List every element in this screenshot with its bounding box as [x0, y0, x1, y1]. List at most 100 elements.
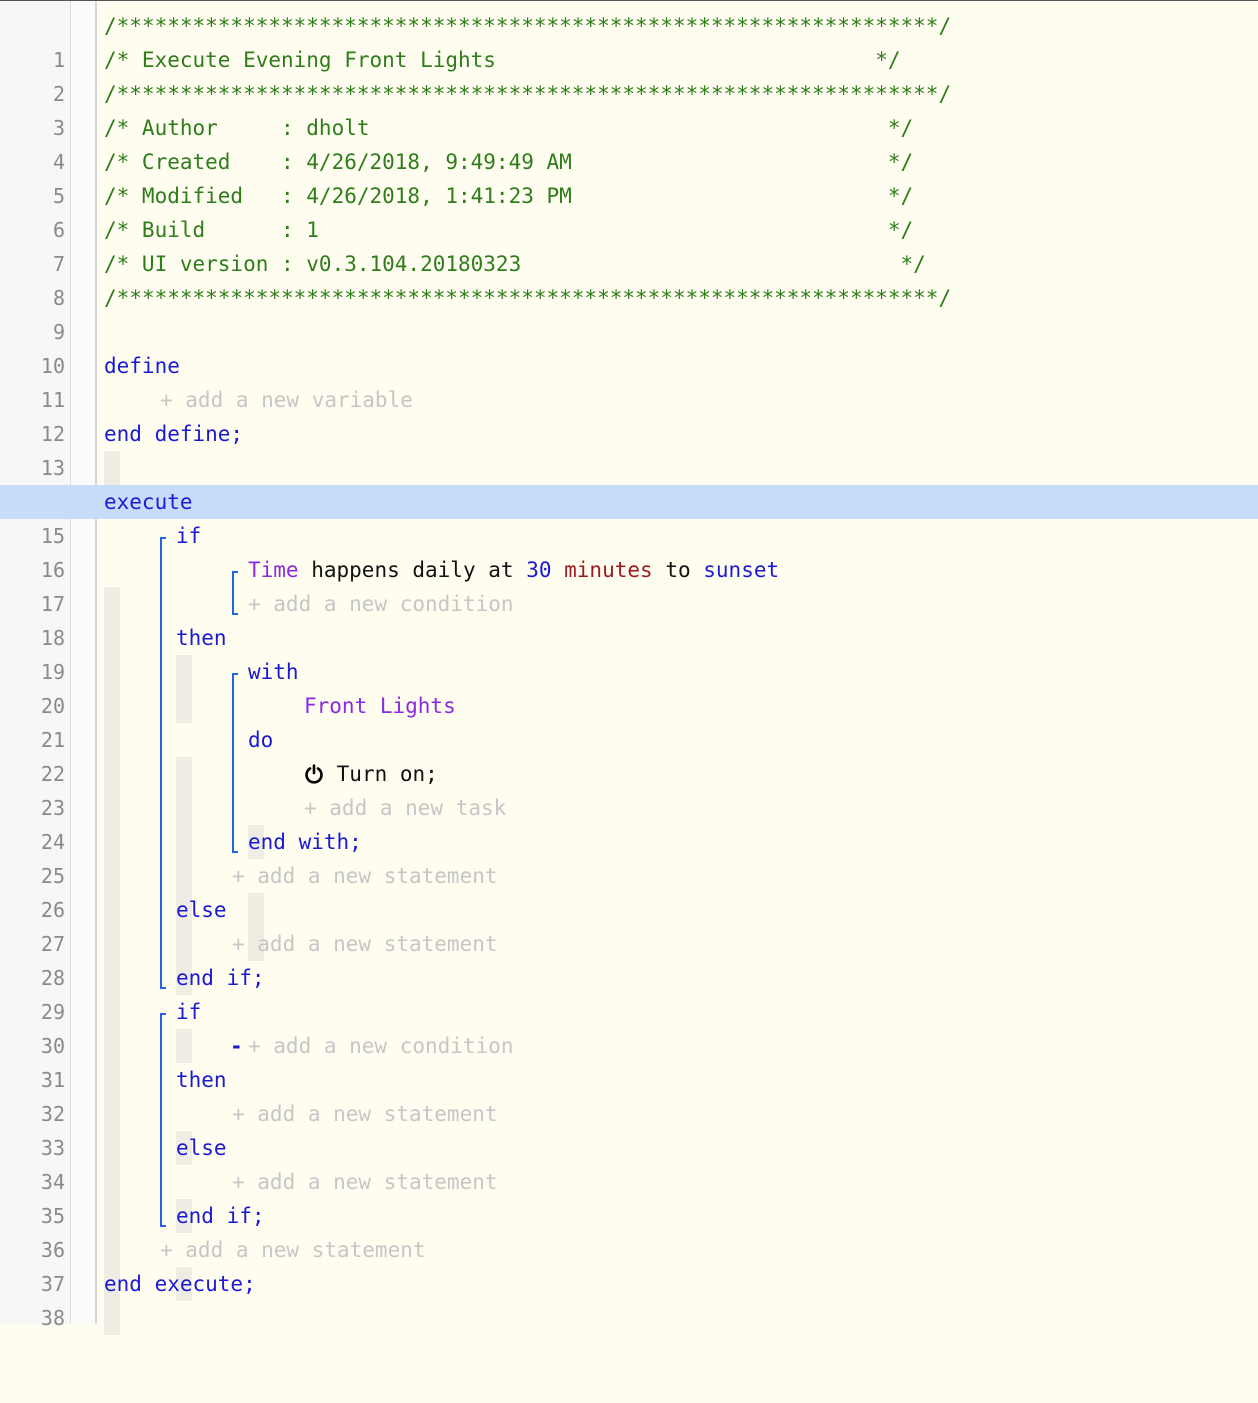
add-variable-button[interactable]: + add a new variable [160, 383, 413, 417]
add-statement-button[interactable]: + add a new statement [232, 1165, 498, 1199]
code-line-37[interactable]: 37 + add a new statement [0, 1233, 1258, 1335]
task-turn-on[interactable]: Turn on; [304, 757, 438, 791]
add-statement-button[interactable]: + add a new statement [160, 1233, 426, 1267]
then-keyword[interactable]: then [176, 621, 227, 655]
end-execute-keyword[interactable]: end execute; [104, 1267, 256, 1301]
code-line-27[interactable]: 27 else [0, 893, 1258, 995]
code-line-3[interactable]: 3 /*************************************… [0, 77, 1258, 140]
code-line-6[interactable]: 6 /* Modified : 4/26/2018, 1:41:23 PM */ [0, 179, 1258, 242]
then-keyword[interactable]: then [176, 1063, 227, 1097]
if-block-rail-2-bottom [160, 1225, 166, 1227]
add-condition-button[interactable]: + add a new condition [248, 1029, 514, 1063]
with-block-rail-bottom [232, 851, 238, 853]
code-line-22[interactable]: 22 do [0, 723, 1258, 859]
if-keyword[interactable]: if [176, 519, 201, 553]
condition-subject: Time [248, 558, 299, 582]
device-front-lights[interactable]: Front Lights [304, 689, 456, 723]
editor-top-border [0, 0, 1258, 1]
code-line-11[interactable]: 11 define [0, 349, 1258, 412]
condition-unit: minutes [564, 558, 653, 582]
code-line-14[interactable]: 14 [0, 451, 1258, 514]
code-line-2[interactable]: 2 /* Execute Evening Front Lights */ [0, 43, 1258, 106]
code-line-5[interactable]: 5 /* Created : 4/26/2018, 9:49:49 AM */ [0, 145, 1258, 208]
add-condition-button[interactable]: + add a new condition [248, 587, 514, 621]
condition-rail [232, 571, 234, 615]
time-condition[interactable]: Time happens daily at 30 minutes to suns… [248, 553, 779, 587]
header-ui-version: /* UI version : v0.3.104.20180323 */ [104, 252, 926, 276]
code-line-36[interactable]: 36 end if; [0, 1199, 1258, 1301]
code-line-24[interactable]: 24 + add a new task [0, 791, 1258, 961]
code-line-31[interactable]: 31 - + add a new condition [0, 1029, 1258, 1165]
if-block-rail [160, 537, 162, 989]
add-statement-button[interactable]: + add a new statement [232, 1097, 498, 1131]
code-line-33[interactable]: 33 + add a new statement [0, 1097, 1258, 1233]
power-icon [305, 764, 323, 784]
add-task-button[interactable]: + add a new task [304, 791, 506, 825]
code-line-29[interactable]: 29 end if; [0, 961, 1258, 1063]
if-block-rail-2-top [160, 1013, 166, 1015]
code-line-8[interactable]: 8 /* UI version : v0.3.104.20180323 */ [0, 247, 1258, 310]
code-line-32[interactable]: 32 then [0, 1063, 1258, 1165]
code-line-21[interactable]: 21 Front Lights [0, 689, 1258, 859]
add-statement-button[interactable]: + add a new statement [232, 859, 498, 893]
header-border: /***************************************… [104, 14, 952, 38]
add-statement-button[interactable]: + add a new statement [232, 927, 498, 961]
define-keyword[interactable]: define [104, 349, 180, 383]
empty-condition-marker: - [230, 1034, 243, 1058]
else-keyword[interactable]: else [176, 893, 227, 927]
condition-amount: 30 [526, 558, 552, 582]
header-border: /***************************************… [104, 82, 952, 106]
header-border: /***************************************… [104, 286, 952, 310]
with-block-rail-top [232, 673, 238, 675]
code-line-13[interactable]: 13 end define; [0, 417, 1258, 480]
execute-keyword[interactable]: execute [104, 485, 193, 519]
line-number: 38 [40, 1306, 65, 1330]
code-line-10[interactable]: 10 [0, 315, 1258, 378]
code-line-34[interactable]: 34 else [0, 1131, 1258, 1233]
indent-bar [104, 1301, 120, 1335]
code-line-4[interactable]: 4 /* Author : dholt */ [0, 111, 1258, 174]
condition-relation: to [665, 558, 691, 582]
task-text: Turn on; [336, 762, 438, 786]
header-build: /* Build : 1 */ [104, 218, 914, 242]
condition-event: sunset [703, 558, 780, 582]
condition-verb: happens daily at [311, 558, 514, 582]
do-keyword[interactable]: do [248, 723, 273, 757]
code-line-12[interactable]: 12 + add a new variable [0, 383, 1258, 485]
code-lines: 1 /*************************************… [0, 9, 1258, 1335]
code-line-30[interactable]: 30 if [0, 995, 1258, 1097]
code-line-1[interactable]: 1 /*************************************… [0, 9, 1258, 72]
code-line-7[interactable]: 7 /* Build : 1 */ [0, 213, 1258, 276]
end-if-keyword[interactable]: end if; [176, 961, 265, 995]
header-author: /* Author : dholt */ [104, 116, 914, 140]
with-keyword[interactable]: with [248, 655, 299, 689]
code-line-16[interactable]: 16 if [0, 519, 1258, 621]
end-define-keyword[interactable]: end define; [104, 417, 243, 451]
code-line-23[interactable]: 23 Turn on; [0, 757, 1258, 927]
header-modified: /* Modified : 4/26/2018, 1:41:23 PM */ [104, 184, 914, 208]
code-line-18[interactable]: 18 + add a new condition [0, 587, 1258, 723]
if-keyword[interactable]: if [176, 995, 201, 1029]
condition-rail-bottom [232, 613, 238, 615]
if-block-rail-top [160, 537, 166, 539]
code-line-28[interactable]: 28 + add a new statement [0, 927, 1258, 1063]
code-line-19[interactable]: 19 then [0, 621, 1258, 723]
condition-rail-top [232, 571, 238, 573]
code-editor[interactable]: 1 /*************************************… [0, 0, 1258, 1335]
end-if-keyword[interactable]: end if; [176, 1199, 265, 1233]
header-created: /* Created : 4/26/2018, 9:49:49 AM */ [104, 150, 914, 174]
code-line-20[interactable]: 20 with [0, 655, 1258, 791]
code-line-17[interactable]: 17 Time happens daily at 30 minutes to s… [0, 553, 1258, 689]
code-line-25[interactable]: 25 end with; [0, 825, 1258, 961]
code-line-38[interactable]: 38 end execute; [0, 1267, 1258, 1330]
if-block-rail-bottom [160, 987, 166, 989]
if-block-rail-2 [160, 1013, 162, 1227]
code-line-9[interactable]: 9 /*************************************… [0, 281, 1258, 344]
code-line-35[interactable]: 35 + add a new statement [0, 1165, 1258, 1301]
end-with-keyword[interactable]: end with; [248, 825, 362, 859]
else-keyword[interactable]: else [176, 1131, 227, 1165]
header-title: /* Execute Evening Front Lights */ [104, 48, 901, 72]
with-block-rail [232, 673, 234, 853]
code-line-15-selected[interactable]: 15 execute [0, 485, 1258, 548]
code-line-26[interactable]: 26 + add a new statement [0, 859, 1258, 995]
